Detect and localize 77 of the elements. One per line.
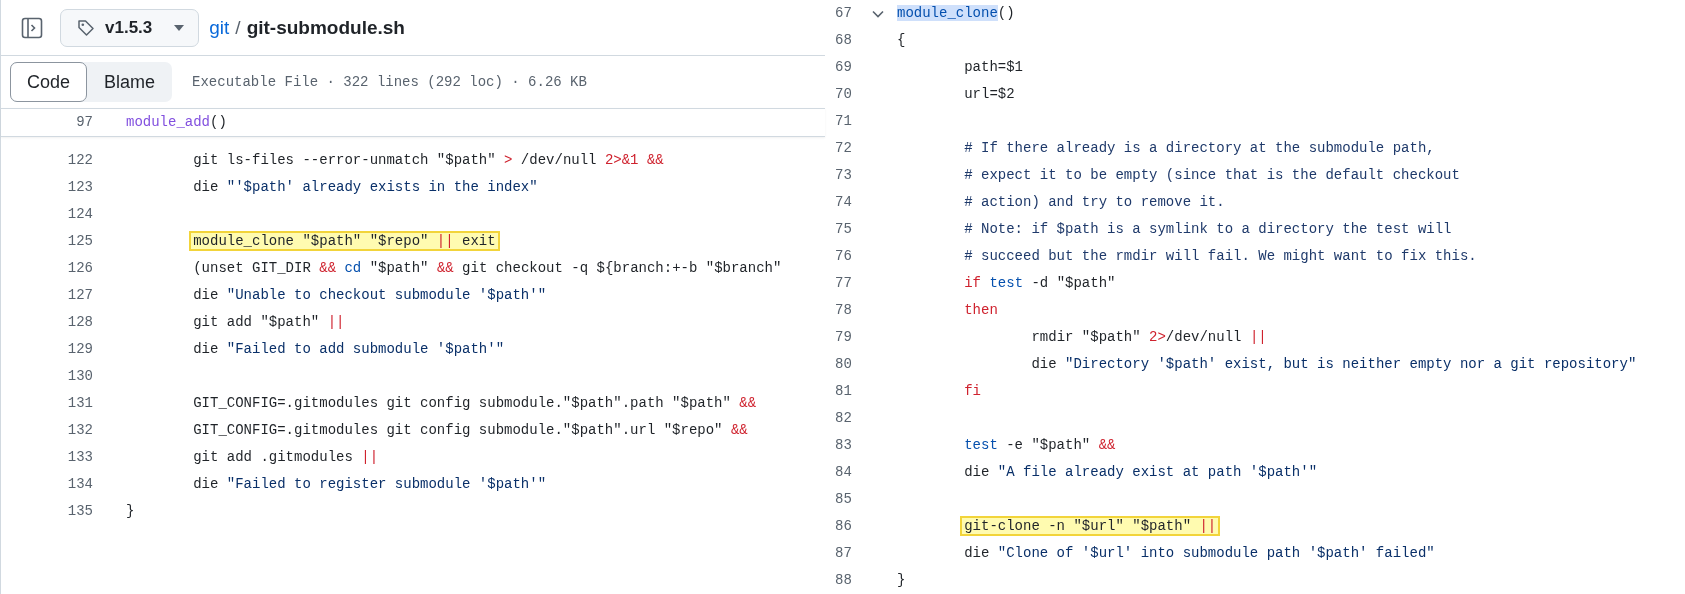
line-number: 82 — [835, 409, 853, 428]
line-number: 75 — [835, 220, 853, 239]
line-number: 73 — [835, 166, 853, 185]
line-number: 125 — [66, 232, 93, 251]
line-number: 134 — [66, 475, 93, 494]
code-line: git ls-files --error-unmatch "$path" > /dev/null 2>&1 && — [193, 151, 664, 170]
repo-link[interactable]: git — [209, 16, 230, 39]
line-number: 86 — [835, 517, 853, 536]
code-line: # expect it to be empty (since that is the default checkout — [964, 166, 1460, 185]
code-line: { — [897, 31, 906, 50]
line-number: 122 — [66, 151, 93, 170]
line-number: 87 — [835, 544, 853, 563]
code-line: die "A file already exist at path '$path'" — [964, 463, 1318, 482]
code-line: die "Unable to checkout submodule '$path'" — [193, 286, 547, 305]
line-number: 72 — [835, 139, 853, 158]
line-number: 128 — [66, 313, 93, 332]
code-line: die "Failed to register submodule '$path'" — [193, 475, 547, 494]
line-number: 130 — [66, 367, 93, 386]
line-number: 78 — [835, 301, 853, 320]
code-line: # succeed but the rmdir will fail. We might want to fix this. — [964, 247, 1477, 266]
file-info: Executable File · 322 lines (292 loc) · 6.26 KB — [192, 74, 587, 90]
tag-icon — [77, 18, 95, 37]
line-number: 81 — [835, 382, 853, 401]
line-number: 83 — [835, 436, 853, 455]
view-tab[interactable]: Blame — [87, 62, 173, 102]
line-number: 79 — [835, 328, 853, 347]
code-line: test -e "$path" && — [964, 436, 1116, 455]
line-number: 80 — [835, 355, 853, 374]
code-line: (unset GIT_DIR && cd "$path" && git checkout -q ${branch:+-b "$branch" — [193, 259, 782, 278]
code-line: die "'$path' already exists in the index" — [193, 178, 538, 197]
line-number: 97 — [75, 113, 93, 132]
code-line: git add .gitmodules || — [193, 448, 379, 467]
code-line: then — [964, 301, 998, 320]
line-number: 123 — [66, 178, 93, 197]
code-line: # Note: if $path is a symlink to a directory the test will — [964, 220, 1452, 239]
code-line: GIT_CONFIG=.gitmodules git config submodule."$path".url "$repo" && — [193, 421, 748, 440]
code-line: fi — [964, 382, 981, 401]
line-number: 129 — [66, 340, 93, 359]
code-line: module_add() — [126, 113, 227, 132]
line-number: 133 — [66, 448, 93, 467]
line-number: 124 — [66, 205, 93, 224]
code-line: GIT_CONFIG=.gitmodules git config submodule."$path".path "$path" && — [193, 394, 757, 413]
code-line: if test -d "$path" — [964, 274, 1116, 293]
code-line: url=$2 — [964, 85, 1015, 104]
version-dropdown[interactable]: v1.5.3 — [60, 8, 200, 47]
code-line: # action) and try to remove it. — [964, 193, 1225, 212]
line-number: 88 — [835, 571, 853, 590]
caret-icon — [174, 24, 185, 31]
line-number: 70 — [835, 85, 853, 104]
line-number: 76 — [835, 247, 853, 266]
code-line: rmdir "$path" 2>/dev/null || — [1031, 328, 1267, 347]
code-line: } — [897, 571, 906, 590]
line-number: 126 — [66, 259, 93, 278]
code-line: } — [126, 502, 135, 521]
breadcrumb-separator: / — [235, 16, 241, 39]
line-number: 77 — [835, 274, 853, 293]
line-number: 135 — [66, 502, 93, 521]
line-number: 84 — [835, 463, 853, 482]
sidebar-toggle-icon[interactable] — [21, 16, 43, 39]
line-number: 132 — [66, 421, 93, 440]
line-number: 67 — [835, 4, 853, 23]
file-name: git-submodule.sh — [246, 16, 405, 39]
view-tab[interactable]: Code — [10, 62, 88, 102]
code-line: die "Failed to add submodule '$path'" — [193, 340, 505, 359]
line-number: 131 — [66, 394, 93, 413]
line-number: 127 — [66, 286, 93, 305]
line-number: 68 — [835, 31, 853, 50]
line-number: 69 — [835, 58, 853, 77]
code-line: die "Clone of '$url' into submodule path '$path' failed" — [964, 544, 1435, 563]
code-line: module_clone() — [897, 4, 1015, 23]
code-line: path=$1 — [964, 58, 1023, 77]
code-line: # If there already is a directory at the submodule path, — [964, 139, 1435, 158]
line-number: 74 — [835, 193, 853, 212]
line-number: 71 — [835, 112, 853, 131]
code-line: git add "$path" || — [193, 313, 345, 332]
line-number: 85 — [835, 490, 853, 509]
code-line: die "Directory '$path' exist, but is neither empty nor a git repository" — [1031, 355, 1637, 374]
